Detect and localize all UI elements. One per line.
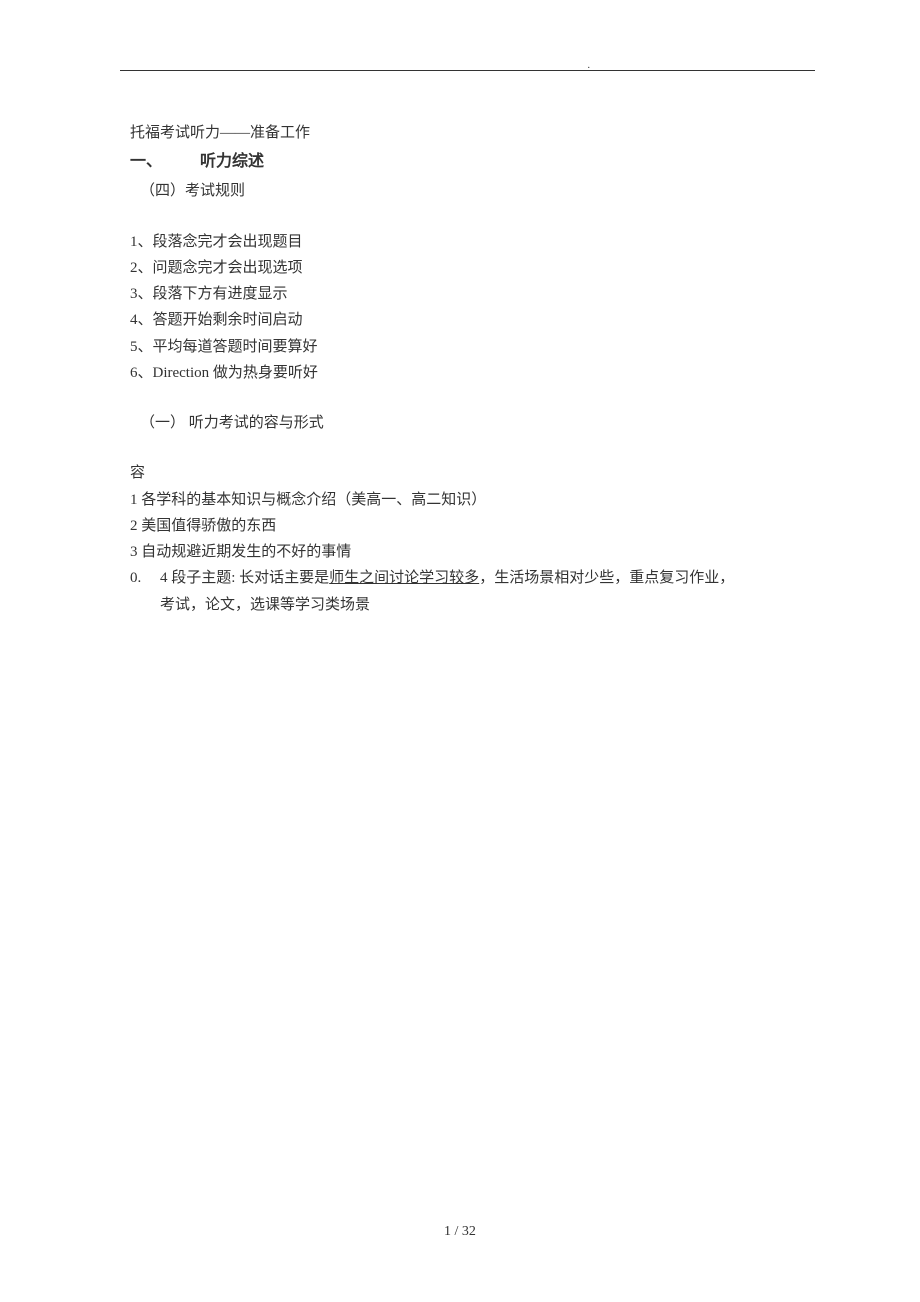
spacer — [130, 386, 800, 410]
rule-item: 5、平均每道答题时间要算好 — [130, 334, 800, 360]
rule-item: 1、段落念完才会出现题目 — [130, 229, 800, 255]
item-4-number: 0. — [130, 565, 160, 591]
rule-item: 3、段落下方有进度显示 — [130, 281, 800, 307]
rule-item: 6、Direction 做为热身要听好 — [130, 360, 800, 386]
heading-text: 听力综述 — [200, 153, 264, 170]
document-content: 托福考试听力——准备工作 一、听力综述 （四）考试规则 1、段落念完才会出现题目… — [130, 120, 800, 618]
content-label: 容 — [130, 460, 800, 486]
header-dot: . — [588, 60, 591, 71]
rule-item: 2、问题念完才会出现选项 — [130, 255, 800, 281]
page-number: 1 / 32 — [0, 1224, 920, 1240]
content-item: 2 美国值得骄傲的东西 — [130, 513, 800, 539]
rule-item: 4、答题开始剩余时间启动 — [130, 307, 800, 333]
content-item: 3 自动规避近期发生的不好的事情 — [130, 539, 800, 565]
document-page: . 托福考试听力——准备工作 一、听力综述 （四）考试规则 1、段落念完才会出现… — [0, 0, 920, 1302]
item-4-prefix: 4 段子主题: 长对话主要是 — [160, 570, 329, 586]
item-4-suffix: ，生活场景相对少些，重点复习作业， — [479, 570, 734, 586]
spacer — [130, 205, 800, 229]
item-4-underlined: 师生之间讨论学习较多 — [329, 570, 479, 586]
heading-number: 一、 — [130, 148, 200, 176]
spacer — [130, 436, 800, 460]
subheading-1: （一） 听力考试的容与形式 — [140, 410, 800, 436]
section-heading: 一、听力综述 — [130, 148, 800, 176]
subheading-4: （四）考试规则 — [140, 178, 800, 204]
document-title: 托福考试听力——准备工作 — [130, 120, 800, 146]
item-4-body: 4 段子主题: 长对话主要是师生之间讨论学习较多，生活场景相对少些，重点复习作业… — [160, 565, 800, 591]
content-item-4: 0. 4 段子主题: 长对话主要是师生之间讨论学习较多，生活场景相对少些，重点复… — [130, 565, 800, 591]
horizontal-rule — [120, 70, 815, 71]
item-4-line2: 考试，论文，选课等学习类场景 — [160, 592, 800, 618]
content-item: 1 各学科的基本知识与概念介绍（美高一、高二知识） — [130, 487, 800, 513]
